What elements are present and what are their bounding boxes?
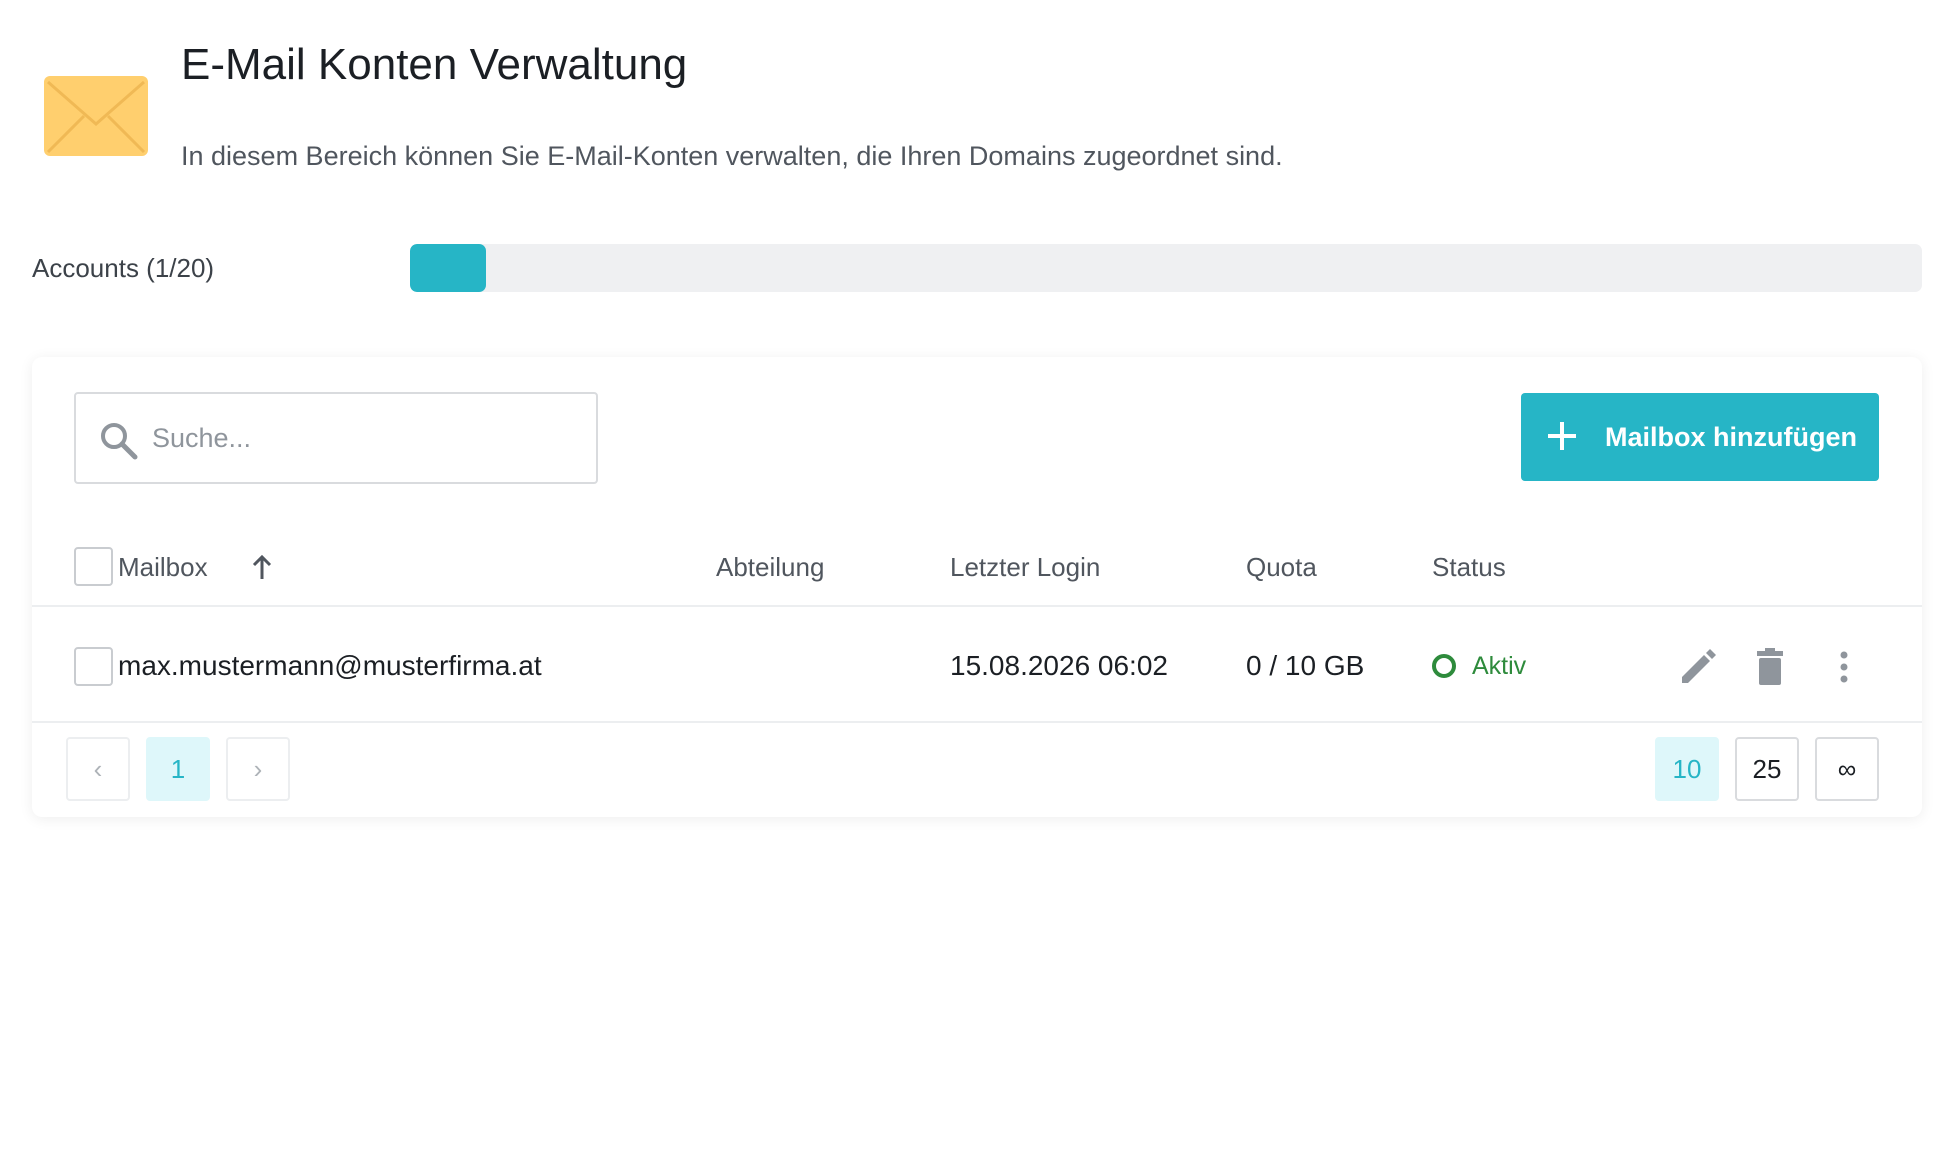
search-box[interactable] (74, 392, 598, 484)
search-input[interactable] (152, 412, 572, 464)
column-header-last-login[interactable]: Letzter Login (950, 527, 1100, 607)
accounts-progress-bar (410, 244, 1922, 292)
accounts-quota-label: Accounts (1/20) (32, 253, 215, 283)
next-page-button[interactable]: › (226, 737, 290, 801)
trash-icon (1757, 648, 1783, 685)
page-size-option[interactable]: 25 (1735, 737, 1799, 801)
pagination: ‹ 1 › 10 25 ∞ (32, 737, 1922, 807)
search-icon (101, 423, 138, 460)
add-mailbox-label: Mailbox hinzufügen (1605, 422, 1857, 452)
envelope-icon (44, 76, 148, 156)
more-actions-button[interactable] (1822, 645, 1866, 689)
column-header-department[interactable]: Abteilung (716, 527, 824, 607)
cell-quota: 0 / 10 GB (1246, 650, 1365, 681)
column-header-mailbox[interactable]: Mailbox (118, 527, 208, 607)
page-title: E-Mail Konten Verwaltung (181, 40, 688, 89)
page-description: In diesem Bereich können Sie E-Mail-Kont… (181, 141, 1283, 171)
status-active-icon (1432, 654, 1456, 678)
table-header: Mailbox Abteilung Letzter Login Quota St… (32, 527, 1922, 607)
plus-icon (1548, 422, 1576, 450)
mailbox-table-card: Mailbox hinzufügen Mailbox Abteilung Let… (32, 357, 1922, 817)
select-all-checkbox[interactable] (74, 547, 113, 586)
page-button-current[interactable]: 1 (146, 737, 210, 801)
page-size-option[interactable]: 10 (1655, 737, 1719, 801)
page-header: E-Mail Konten Verwaltung In diesem Berei… (44, 36, 1904, 186)
cell-mailbox: max.mustermann@musterfirma.at (118, 650, 542, 681)
column-header-status[interactable]: Status (1432, 527, 1506, 607)
delete-button[interactable] (1748, 645, 1792, 689)
cell-last-login: 15.08.2026 06:02 (950, 650, 1168, 681)
previous-page-button[interactable]: ‹ (66, 737, 130, 801)
row-checkbox[interactable] (74, 647, 113, 686)
table-row[interactable]: max.mustermann@musterfirma.at 15.08.2026… (32, 609, 1922, 723)
sort-ascending-icon[interactable] (250, 553, 274, 581)
page-size-option[interactable]: ∞ (1815, 737, 1879, 801)
more-vertical-icon (1840, 651, 1848, 683)
edit-button[interactable] (1676, 645, 1720, 689)
pencil-icon (1682, 649, 1716, 683)
accounts-quota: Accounts (1/20) (32, 244, 1922, 294)
status-badge: Aktiv (1472, 652, 1527, 680)
column-header-quota[interactable]: Quota (1246, 527, 1317, 607)
add-mailbox-button[interactable]: Mailbox hinzufügen (1521, 393, 1879, 481)
accounts-progress-fill (410, 244, 486, 292)
